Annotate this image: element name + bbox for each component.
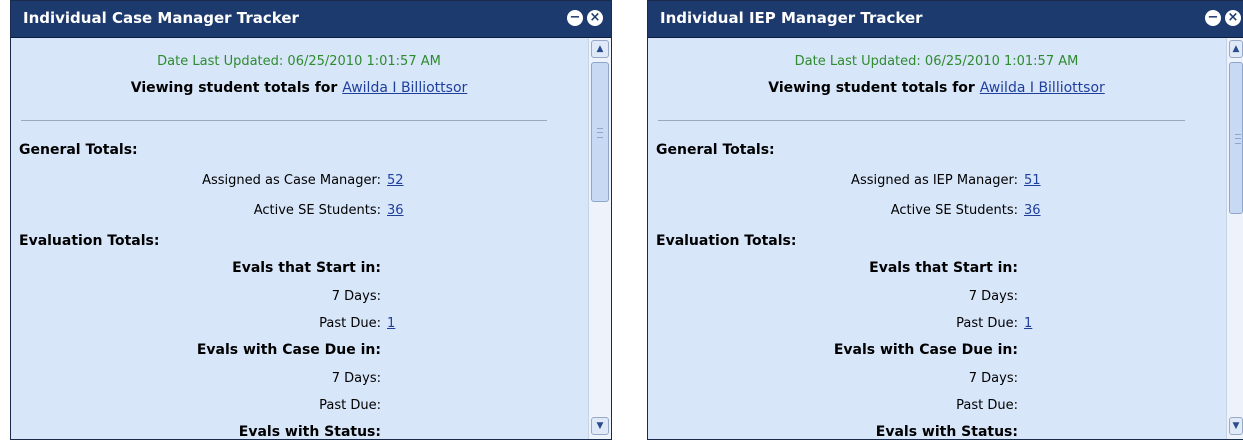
assigned-row: Assigned as IEP Manager: 51 bbox=[648, 173, 1048, 188]
panel-title: Individual Case Manager Tracker bbox=[23, 9, 299, 27]
assigned-count-link[interactable]: 52 bbox=[381, 173, 411, 188]
start-pastdue-count-link[interactable]: 1 bbox=[1018, 316, 1048, 331]
start-pastdue-row: Past Due: 1 bbox=[11, 316, 411, 331]
start-7days-label: 7 Days: bbox=[331, 289, 381, 304]
evals-start-row: Evals that Start in: bbox=[648, 260, 1048, 276]
active-students-row: Active SE Students: 36 bbox=[648, 203, 1048, 218]
viewing-student-totals: Viewing student totals for Awilda I Bill… bbox=[648, 80, 1225, 96]
evals-start-label: Evals that Start in: bbox=[869, 260, 1018, 276]
viewing-label: Viewing student totals for bbox=[768, 80, 975, 96]
start-7days-row: 7 Days: bbox=[648, 289, 1048, 304]
evals-case-due-label: Evals with Case Due in: bbox=[833, 342, 1018, 358]
chevron-up-icon[interactable]: ▲ bbox=[1229, 40, 1243, 58]
start-pastdue-row: Past Due: 1 bbox=[648, 316, 1048, 331]
vertical-scrollbar[interactable]: ▲ ▼ bbox=[588, 38, 611, 439]
student-name-link[interactable]: Awilda I Billiottsor bbox=[980, 80, 1105, 96]
chevron-down-icon[interactable]: ▼ bbox=[1229, 417, 1243, 435]
minimize-icon[interactable]: − bbox=[1205, 10, 1221, 26]
divider bbox=[21, 120, 547, 121]
active-students-row: Active SE Students: 36 bbox=[11, 203, 411, 218]
panel-content: Date Last Updated: 06/25/2010 1:01:57 AM… bbox=[648, 38, 1225, 439]
case-7days-row: 7 Days: bbox=[11, 371, 411, 386]
date-last-updated: Date Last Updated: 06/25/2010 1:01:57 AM bbox=[794, 54, 1079, 69]
active-students-count-link[interactable]: 36 bbox=[1018, 203, 1048, 218]
case-pastdue-label: Past Due: bbox=[319, 398, 381, 413]
assigned-label: Assigned as Case Manager: bbox=[202, 173, 381, 188]
assigned-row: Assigned as Case Manager: 52 bbox=[11, 173, 411, 188]
case-7days-label: 7 Days: bbox=[331, 371, 381, 386]
viewing-label: Viewing student totals for bbox=[130, 80, 338, 96]
panel-title: Individual IEP Manager Tracker bbox=[660, 9, 923, 27]
assigned-label: Assigned as IEP Manager: bbox=[851, 173, 1018, 188]
panel-titlebar: Individual IEP Manager Tracker − × bbox=[648, 1, 1243, 38]
evals-case-due-row: Evals with Case Due in: bbox=[11, 342, 411, 358]
evals-case-due-row: Evals with Case Due in: bbox=[648, 342, 1048, 358]
case-7days-row: 7 Days: bbox=[648, 371, 1048, 386]
start-pastdue-label: Past Due: bbox=[956, 316, 1018, 331]
start-7days-row: 7 Days: bbox=[11, 289, 411, 304]
chevron-up-icon[interactable]: ▲ bbox=[591, 40, 609, 58]
minimize-icon[interactable]: − bbox=[567, 10, 583, 26]
chevron-down-icon[interactable]: ▼ bbox=[591, 417, 609, 435]
evals-start-row: Evals that Start in: bbox=[11, 260, 411, 276]
assigned-count-link[interactable]: 51 bbox=[1018, 173, 1048, 188]
case-pastdue-label: Past Due: bbox=[956, 398, 1018, 413]
evals-case-due-label: Evals with Case Due in: bbox=[196, 342, 381, 358]
viewing-student-totals: Viewing student totals for Awilda I Bill… bbox=[11, 80, 587, 96]
general-totals-heading: General Totals: bbox=[656, 142, 775, 158]
evaluation-totals-heading: Evaluation Totals: bbox=[656, 233, 797, 249]
start-7days-label: 7 Days: bbox=[968, 289, 1018, 304]
start-pastdue-label: Past Due: bbox=[319, 316, 381, 331]
iep-manager-tracker-panel: Individual IEP Manager Tracker − × Date … bbox=[647, 0, 1243, 440]
student-name-link[interactable]: Awilda I Billiottsor bbox=[342, 80, 467, 96]
evaluation-totals-heading: Evaluation Totals: bbox=[19, 233, 160, 249]
active-students-count-link[interactable]: 36 bbox=[381, 203, 411, 218]
active-students-label: Active SE Students: bbox=[253, 203, 381, 218]
divider bbox=[658, 120, 1185, 121]
case-pastdue-row: Past Due: bbox=[648, 398, 1048, 413]
panel-titlebar: Individual Case Manager Tracker − × bbox=[11, 1, 611, 38]
close-icon[interactable]: × bbox=[1225, 10, 1241, 26]
general-totals-heading: General Totals: bbox=[19, 142, 138, 158]
evals-status-label: Evals with Status: bbox=[238, 424, 381, 440]
vertical-scrollbar[interactable]: ▲ ▼ bbox=[1226, 38, 1243, 439]
scroll-thumb[interactable] bbox=[1229, 62, 1243, 214]
evals-start-label: Evals that Start in: bbox=[232, 260, 381, 276]
date-last-updated: Date Last Updated: 06/25/2010 1:01:57 AM bbox=[157, 54, 441, 69]
case-pastdue-row: Past Due: bbox=[11, 398, 411, 413]
scroll-thumb[interactable] bbox=[591, 62, 609, 202]
evals-status-label: Evals with Status: bbox=[875, 424, 1018, 440]
start-pastdue-count-link[interactable]: 1 bbox=[381, 316, 411, 331]
active-students-label: Active SE Students: bbox=[890, 203, 1018, 218]
case-manager-tracker-panel: Individual Case Manager Tracker − × Date… bbox=[10, 0, 612, 440]
case-7days-label: 7 Days: bbox=[968, 371, 1018, 386]
close-icon[interactable]: × bbox=[587, 10, 603, 26]
panel-content: Date Last Updated: 06/25/2010 1:01:57 AM… bbox=[11, 38, 587, 439]
